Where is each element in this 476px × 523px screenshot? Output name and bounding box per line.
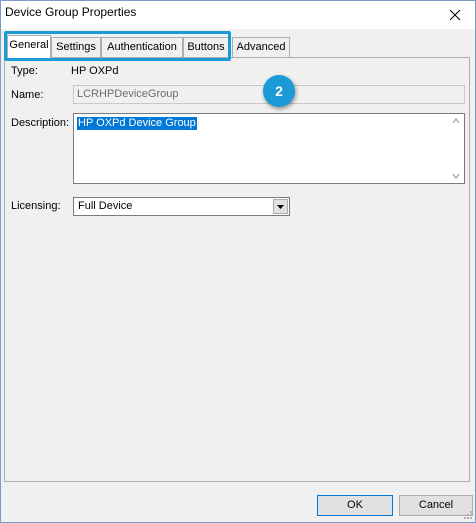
ok-button[interactable]: OK [317, 495, 393, 516]
tab-general[interactable]: General [7, 35, 51, 58]
device-group-properties-dialog: Device Group Properties General Settings… [0, 0, 476, 523]
dialog-button-bar: OK Cancel [1, 485, 475, 522]
title-bar: Device Group Properties [1, 1, 475, 29]
step-callout-badge: 2 [263, 75, 295, 107]
resize-grip-icon[interactable] [463, 510, 473, 520]
chevron-up-icon[interactable] [452, 117, 460, 125]
tab-settings[interactable]: Settings [51, 37, 101, 57]
type-value: HP OXPd [71, 65, 119, 77]
description-scrollbar[interactable] [448, 114, 464, 183]
dropdown-arrow-icon [277, 204, 284, 209]
close-icon [449, 9, 461, 21]
tab-buttons[interactable]: Buttons [183, 37, 229, 57]
cancel-button[interactable]: Cancel [399, 495, 473, 516]
window-title: Device Group Properties [5, 5, 137, 19]
description-field[interactable]: HP OXPd Device Group [73, 113, 465, 184]
description-label: Description: [11, 117, 70, 129]
licensing-select[interactable]: Full Device [73, 197, 290, 216]
tab-authentication[interactable]: Authentication [101, 37, 183, 57]
licensing-dropdown-button[interactable] [273, 199, 288, 214]
close-button[interactable] [435, 1, 475, 29]
description-selected-text: HP OXPd Device Group [77, 117, 197, 130]
licensing-selected-value: Full Device [78, 200, 133, 212]
chevron-down-icon[interactable] [452, 172, 460, 180]
type-label: Type: [11, 65, 38, 77]
name-label: Name: [11, 89, 44, 101]
licensing-label: Licensing: [11, 200, 61, 212]
general-tab-panel: Type: HP OXPd Name: LCRHPDeviceGroup Des… [4, 57, 470, 482]
tab-advanced[interactable]: Advanced [232, 37, 290, 57]
